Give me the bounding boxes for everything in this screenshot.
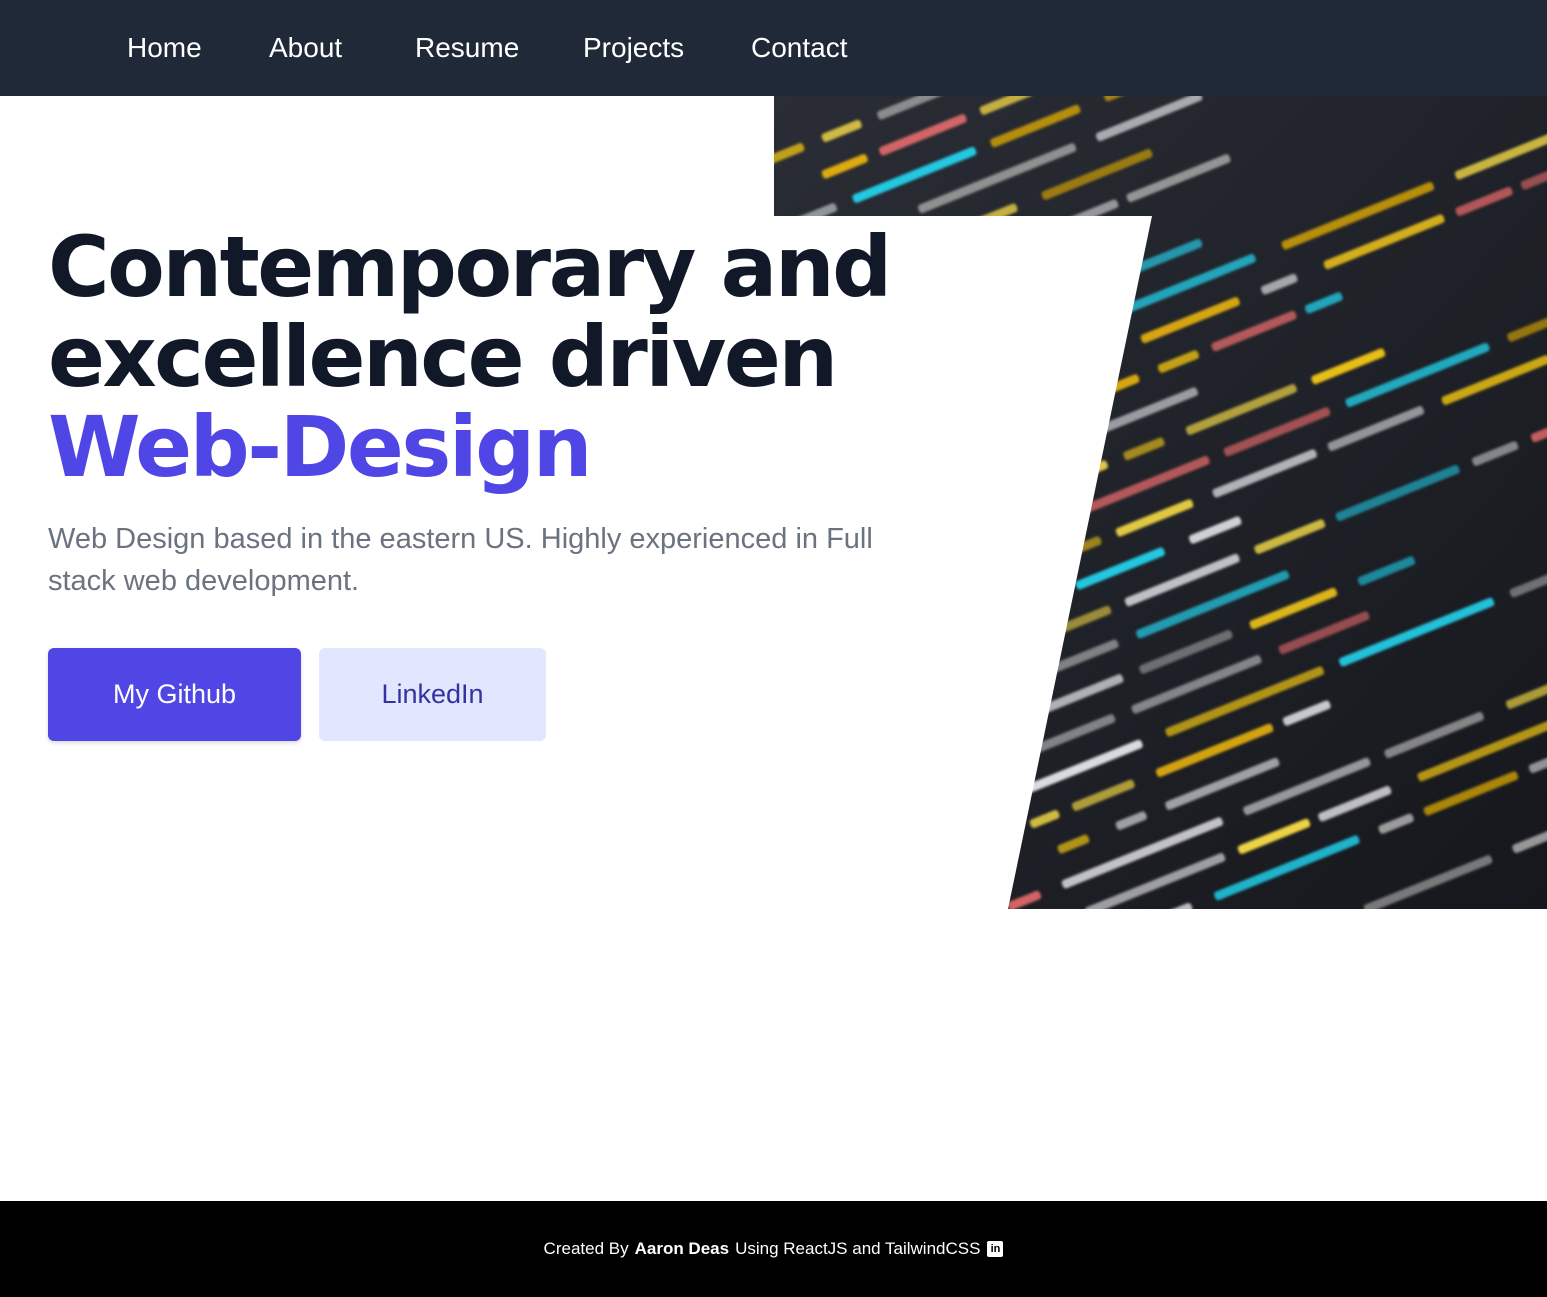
linkedin-icon[interactable]: in: [987, 1241, 1004, 1257]
headline-line-2: excellence driven: [48, 308, 838, 406]
hero-headline: Contemporary and excellence driven Web-D…: [48, 222, 948, 492]
headline-line-1: Contemporary and: [48, 218, 892, 316]
hero-subtitle: Web Design based in the eastern US. High…: [48, 523, 873, 597]
footer-prefix: Created By: [543, 1239, 629, 1258]
footer-author: Aaron Deas: [634, 1239, 730, 1258]
headline-accent: Web-Design: [48, 398, 593, 496]
footer-suffix: Using ReactJS and TailwindCSS: [735, 1239, 981, 1258]
linkedin-button[interactable]: LinkedIn: [319, 648, 546, 741]
github-button[interactable]: My Github: [48, 648, 301, 741]
footer: Created By Aaron Deas Using ReactJS and …: [0, 1201, 1547, 1297]
